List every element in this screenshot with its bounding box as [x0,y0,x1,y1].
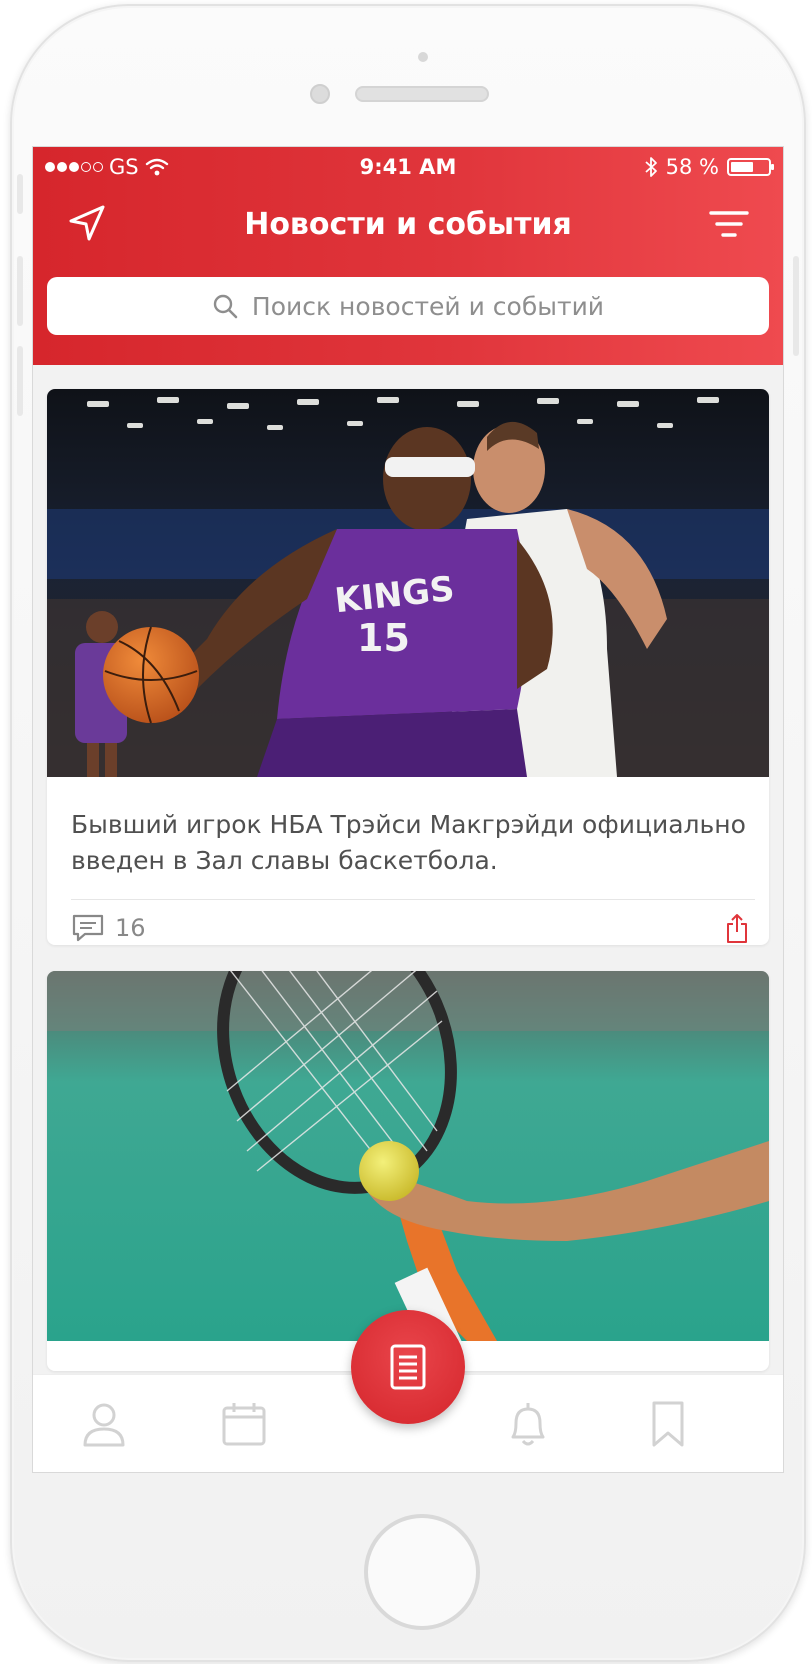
power-button [793,256,799,356]
comment-icon [72,914,104,942]
tennis-ball-icon [359,1141,419,1201]
filter-icon[interactable] [707,203,751,247]
earpiece-speaker [355,86,489,102]
nav-bar: Новости и события [33,187,783,267]
bluetooth-icon [645,157,657,177]
app-header: GS 9:41 AM 58 % Новости и события Поиск … [33,147,783,365]
calendar-icon[interactable] [219,1399,269,1449]
battery-percent: 58 % [665,155,719,179]
comments-count: 16 [115,914,146,942]
news-icon [390,1344,426,1390]
page-title: Новости и события [244,207,572,242]
home-button[interactable] [364,1514,480,1630]
news-feed[interactable]: KINGS 15 Бывший игрок НБА Трэйси Макгрэй… [33,365,783,1472]
card-divider [71,899,755,900]
share-icon[interactable] [725,912,749,944]
volume-down-button [17,346,23,416]
search-icon [213,294,238,319]
basketball-icon [103,626,199,724]
card-footer: 16 [71,911,749,945]
news-image-basketball[interactable]: KINGS 15 [47,389,769,777]
jersey-number: 15 [357,616,410,660]
news-tab-button[interactable] [351,1310,465,1424]
status-right: 58 % [644,155,774,179]
search-input[interactable]: Поиск новостей и событий [47,277,769,335]
news-title[interactable]: Бывший игрок НБА Трэйси Макгрэйди официа… [71,807,751,879]
mute-switch [17,174,23,214]
comments-button[interactable]: 16 [71,913,146,943]
bell-icon[interactable] [503,1399,553,1449]
status-bar: GS 9:41 AM 58 % [33,147,783,187]
search-placeholder: Поиск новостей и событий [251,291,605,321]
news-image-tennis[interactable] [47,971,769,1341]
proximity-sensor [418,52,428,62]
profile-icon[interactable] [79,1399,129,1449]
front-camera [310,84,330,104]
news-card[interactable]: KINGS 15 Бывший игрок НБА Трэйси Макгрэй… [47,389,769,945]
bookmark-icon[interactable] [643,1399,693,1449]
volume-up-button [17,256,23,326]
app-screen: GS 9:41 AM 58 % Новости и события Поиск … [32,146,784,1473]
battery-icon [727,158,774,176]
